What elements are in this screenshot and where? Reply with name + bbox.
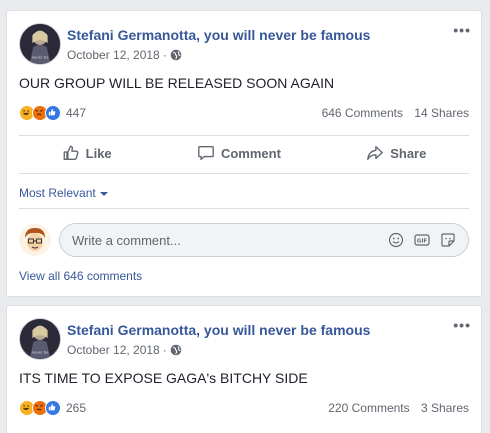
comment-input-box[interactable]: GIF — [59, 223, 469, 257]
thumbs-up-icon — [63, 145, 79, 160]
chevron-down-icon — [99, 191, 108, 196]
divider — [19, 135, 469, 136]
divider — [19, 173, 469, 174]
group-avatar-image: never be — [20, 319, 60, 359]
feed-post: never be Stefani Germanotta, you will ne… — [6, 10, 482, 297]
feed-post: never be Stefani Germanotta, you will ne… — [6, 305, 482, 433]
post-date[interactable]: October 12, 2018 — [67, 48, 160, 62]
post-meta: October 12, 2018 · — [67, 48, 182, 62]
divider — [19, 208, 469, 209]
like-label: Like — [85, 145, 112, 161]
reaction-count[interactable]: 447 — [66, 106, 86, 120]
meta-separator: · — [162, 343, 167, 357]
post-meta: October 12, 2018 · — [67, 343, 182, 357]
post-text: OUR GROUP WILL BE RELEASED SOON AGAIN — [19, 75, 335, 91]
more-options-icon[interactable]: ••• — [453, 318, 471, 332]
comment-label: Comment — [220, 145, 281, 161]
post-header: never be Stefani Germanotta, you will ne… — [7, 11, 481, 71]
comment-bubble-icon — [198, 146, 214, 160]
post-text: ITS TIME TO EXPOSE GAGA's BITCHY SIDE — [19, 370, 308, 386]
group-name-link[interactable]: Stefani Germanotta, you will never be fa… — [67, 322, 370, 338]
user-avatar[interactable] — [19, 224, 51, 256]
sticker-icon[interactable] — [440, 232, 456, 248]
post-header: never be Stefani Germanotta, you will ne… — [7, 306, 481, 366]
post-actions: Like Comment Share — [19, 137, 469, 169]
reactions-summary[interactable]: 447 — [19, 105, 86, 121]
group-name-link[interactable]: Stefani Germanotta, you will never be fa… — [67, 27, 370, 43]
share-label: Share — [390, 145, 427, 161]
svg-text:GIF: GIF — [417, 239, 428, 245]
comment-share-counts: 646 Comments 14 Shares — [322, 106, 469, 120]
comment-share-counts: 220 Comments 3 Shares — [328, 401, 469, 415]
share-button[interactable]: Share — [366, 144, 426, 162]
comment-input[interactable] — [72, 232, 388, 248]
sort-label: Most Relevant — [19, 186, 96, 200]
comment-button[interactable]: Comment — [197, 144, 281, 162]
svg-text:never be: never be — [32, 54, 50, 59]
engagement-counts: 447 646 Comments 14 Shares — [19, 103, 469, 123]
more-options-icon[interactable]: ••• — [453, 23, 471, 37]
view-all-comments-link[interactable]: View all 646 comments — [19, 269, 142, 283]
like-button[interactable]: Like — [62, 144, 112, 162]
meta-separator: · — [162, 48, 167, 62]
shares-count[interactable]: 14 Shares — [414, 106, 469, 120]
svg-text:never be: never be — [32, 349, 50, 354]
group-avatar-image: never be — [20, 24, 60, 64]
post-date[interactable]: October 12, 2018 — [67, 343, 160, 357]
emoji-icon[interactable] — [388, 232, 404, 248]
engagement-counts: 265 220 Comments 3 Shares — [19, 398, 469, 418]
shares-count[interactable]: 3 Shares — [421, 401, 469, 415]
globe-icon[interactable] — [170, 344, 182, 356]
composer-icons: GIF — [388, 232, 456, 248]
reaction-count[interactable]: 265 — [66, 401, 86, 415]
group-avatar[interactable]: never be — [19, 23, 61, 65]
like-reaction-icon — [45, 105, 61, 121]
comments-count[interactable]: 646 Comments — [322, 106, 403, 120]
comment-composer: GIF — [19, 223, 469, 257]
globe-icon[interactable] — [170, 49, 182, 61]
share-arrow-icon — [367, 146, 384, 160]
reactions-summary[interactable]: 265 — [19, 400, 86, 416]
comment-sort-dropdown[interactable]: Most Relevant — [19, 186, 108, 200]
comments-count[interactable]: 220 Comments — [328, 401, 409, 415]
like-reaction-icon — [45, 400, 61, 416]
gif-icon[interactable]: GIF — [414, 232, 430, 248]
group-avatar[interactable]: never be — [19, 318, 61, 360]
